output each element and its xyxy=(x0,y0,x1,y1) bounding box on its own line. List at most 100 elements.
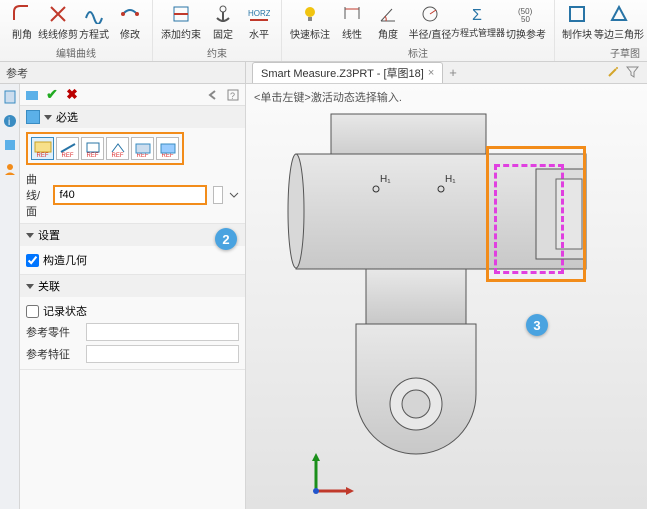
ribbon-modify[interactable]: 修改 xyxy=(112,2,148,42)
viewport[interactable]: <单击左键>激活动态选择输入. H₁ xyxy=(246,84,647,509)
side-tab-label: 参考 xyxy=(0,62,246,83)
bulb-icon xyxy=(299,3,321,25)
ribbon-group-dimension: 快速标注 线性 角度 半径/直径 Σ方程式管理器 (50)50切换参考 标注 xyxy=(282,0,555,61)
sb-sheet-icon[interactable] xyxy=(3,90,17,104)
ref-part-value[interactable] xyxy=(86,323,239,341)
ribbon-make-block[interactable]: 制作块 xyxy=(559,2,595,42)
ribbon-group-title: 标注 xyxy=(286,44,550,61)
sb-history-icon[interactable] xyxy=(3,138,17,152)
section-assoc: 关联 记录状态 参考零件 参考特征 xyxy=(20,275,245,370)
axis-triad xyxy=(306,451,356,501)
mode-ref3[interactable]: REF xyxy=(81,137,104,160)
curve-face-label: 曲线/面 xyxy=(26,171,49,219)
ribbon-fillet[interactable]: 削角 xyxy=(4,2,40,42)
ribbon-group-title: 子草图 xyxy=(559,44,647,61)
ok-button[interactable]: ✔ xyxy=(44,87,60,103)
part-drawing: H₁ H₁ xyxy=(246,84,646,504)
picker-button[interactable] xyxy=(213,186,223,204)
section-assoc-title: 关联 xyxy=(38,278,60,294)
sb-user-icon[interactable] xyxy=(3,162,17,176)
ribbon-radius[interactable]: 半径/直径 xyxy=(406,2,454,42)
svg-text:50: 50 xyxy=(521,15,530,24)
property-panel: ✔ ✖ ? 必选 REF REF REF REF REF REF xyxy=(20,84,246,509)
caret-icon xyxy=(26,284,34,289)
sb-info-icon[interactable]: i xyxy=(3,114,17,128)
vertical-sidebar: i xyxy=(0,84,20,509)
mode-ref2[interactable]: REF xyxy=(56,137,79,160)
highlight-magenta xyxy=(494,164,564,274)
mode-ref4[interactable]: REF xyxy=(106,137,129,160)
record-state-checkbox[interactable] xyxy=(26,305,39,318)
curve-face-input[interactable] xyxy=(53,185,207,205)
callout-3: 3 xyxy=(526,314,548,336)
construct-geom-checkbox[interactable] xyxy=(26,254,39,267)
caret-icon xyxy=(26,233,34,238)
svg-text:?: ? xyxy=(230,91,235,101)
ribbon: 削角 线线修剪 方程式 修改 编辑曲线 添加约束 固定 HORZ水平 约束 快速… xyxy=(0,0,647,62)
filter-icon[interactable] xyxy=(626,65,639,78)
mode-ref5[interactable]: REF xyxy=(131,137,154,160)
panel-plane-icon[interactable] xyxy=(24,87,40,103)
ribbon-fix[interactable]: 固定 xyxy=(205,2,241,42)
triangle-icon xyxy=(608,3,630,25)
mode-icon-row: REF REF REF REF REF REF xyxy=(26,132,184,165)
ribbon-toggle-ref[interactable]: (50)50切换参考 xyxy=(502,2,550,42)
block-icon xyxy=(566,3,588,25)
cancel-button[interactable]: ✖ xyxy=(64,87,80,103)
angle-dim-icon xyxy=(377,3,399,25)
section-settings: 设置 构造几何 2 xyxy=(20,224,245,275)
panel-header: ✔ ✖ ? xyxy=(20,84,245,106)
section-required-header[interactable]: 必选 xyxy=(20,106,245,128)
equation-icon xyxy=(83,3,105,25)
ribbon-triangle[interactable]: 等边三角形 xyxy=(595,2,643,42)
dim-label-2: H₁ xyxy=(445,174,456,185)
mode-ref1[interactable]: REF xyxy=(31,137,54,160)
fillet-icon xyxy=(11,3,33,25)
ref-feat-label: 参考特征 xyxy=(26,346,86,362)
ref-part-label: 参考零件 xyxy=(26,324,86,340)
add-constraint-icon xyxy=(170,3,192,25)
body: i ✔ ✖ ? 必选 REF REF REF REF xyxy=(0,84,647,509)
ribbon-add-constraint[interactable]: 添加约束 xyxy=(157,2,205,42)
new-tab-button[interactable]: + xyxy=(449,65,457,80)
toggle-ref-icon: (50)50 xyxy=(515,3,537,25)
dropdown-icon[interactable] xyxy=(229,188,239,202)
section-required: 必选 REF REF REF REF REF REF 曲线/面 xyxy=(20,106,245,224)
ribbon-linear[interactable]: 线性 xyxy=(334,2,370,42)
linear-dim-icon xyxy=(341,3,363,25)
modify-icon xyxy=(119,3,141,25)
ribbon-group-edit-curve: 削角 线线修剪 方程式 修改 编辑曲线 xyxy=(0,0,153,61)
caret-icon xyxy=(44,115,52,120)
dim-label-1: H₁ xyxy=(380,174,391,185)
ribbon-equation-curve[interactable]: 方程式 xyxy=(76,2,112,42)
ribbon-horizontal[interactable]: HORZ水平 xyxy=(241,2,277,42)
ribbon-group-title: 约束 xyxy=(157,44,277,61)
tab-bar: 参考 Smart Measure.Z3PRT - [草图18] × + xyxy=(0,62,647,84)
ribbon-trim[interactable]: 线线修剪 xyxy=(40,2,76,42)
close-tab-icon[interactable]: × xyxy=(428,67,434,79)
ribbon-group-subsketch: 制作块 等边三角形 轨迹轮廓 子草图 xyxy=(555,0,647,61)
ribbon-quick-dim[interactable]: 快速标注 xyxy=(286,2,334,42)
ribbon-eq-manager[interactable]: Σ方程式管理器 xyxy=(454,2,502,40)
mode-ref6[interactable]: REF xyxy=(156,137,179,160)
ribbon-contour[interactable]: 轨迹轮廓 xyxy=(643,2,647,42)
document-tab[interactable]: Smart Measure.Z3PRT - [草图18] × xyxy=(252,62,443,83)
wand-icon[interactable] xyxy=(607,65,620,78)
record-state-label: 记录状态 xyxy=(43,303,87,319)
svg-text:HORZ: HORZ xyxy=(248,9,270,18)
undo-icon[interactable] xyxy=(205,87,221,103)
ribbon-group-title: 编辑曲线 xyxy=(4,44,148,61)
section-settings-header[interactable]: 设置 xyxy=(20,224,245,246)
sigma-icon: Σ xyxy=(467,3,489,25)
ref-feat-value[interactable] xyxy=(86,345,239,363)
options-icon[interactable]: ? xyxy=(225,87,241,103)
anchor-icon xyxy=(212,3,234,25)
horizontal-icon: HORZ xyxy=(248,3,270,25)
section-required-title: 必选 xyxy=(56,109,78,125)
ribbon-angle[interactable]: 角度 xyxy=(370,2,406,42)
construct-geom-label: 构造几何 xyxy=(43,252,87,268)
svg-text:Σ: Σ xyxy=(472,7,482,24)
section-assoc-header[interactable]: 关联 xyxy=(20,275,245,297)
doc-tab-title: Smart Measure.Z3PRT - [草图18] xyxy=(261,65,424,81)
trim-icon xyxy=(47,3,69,25)
